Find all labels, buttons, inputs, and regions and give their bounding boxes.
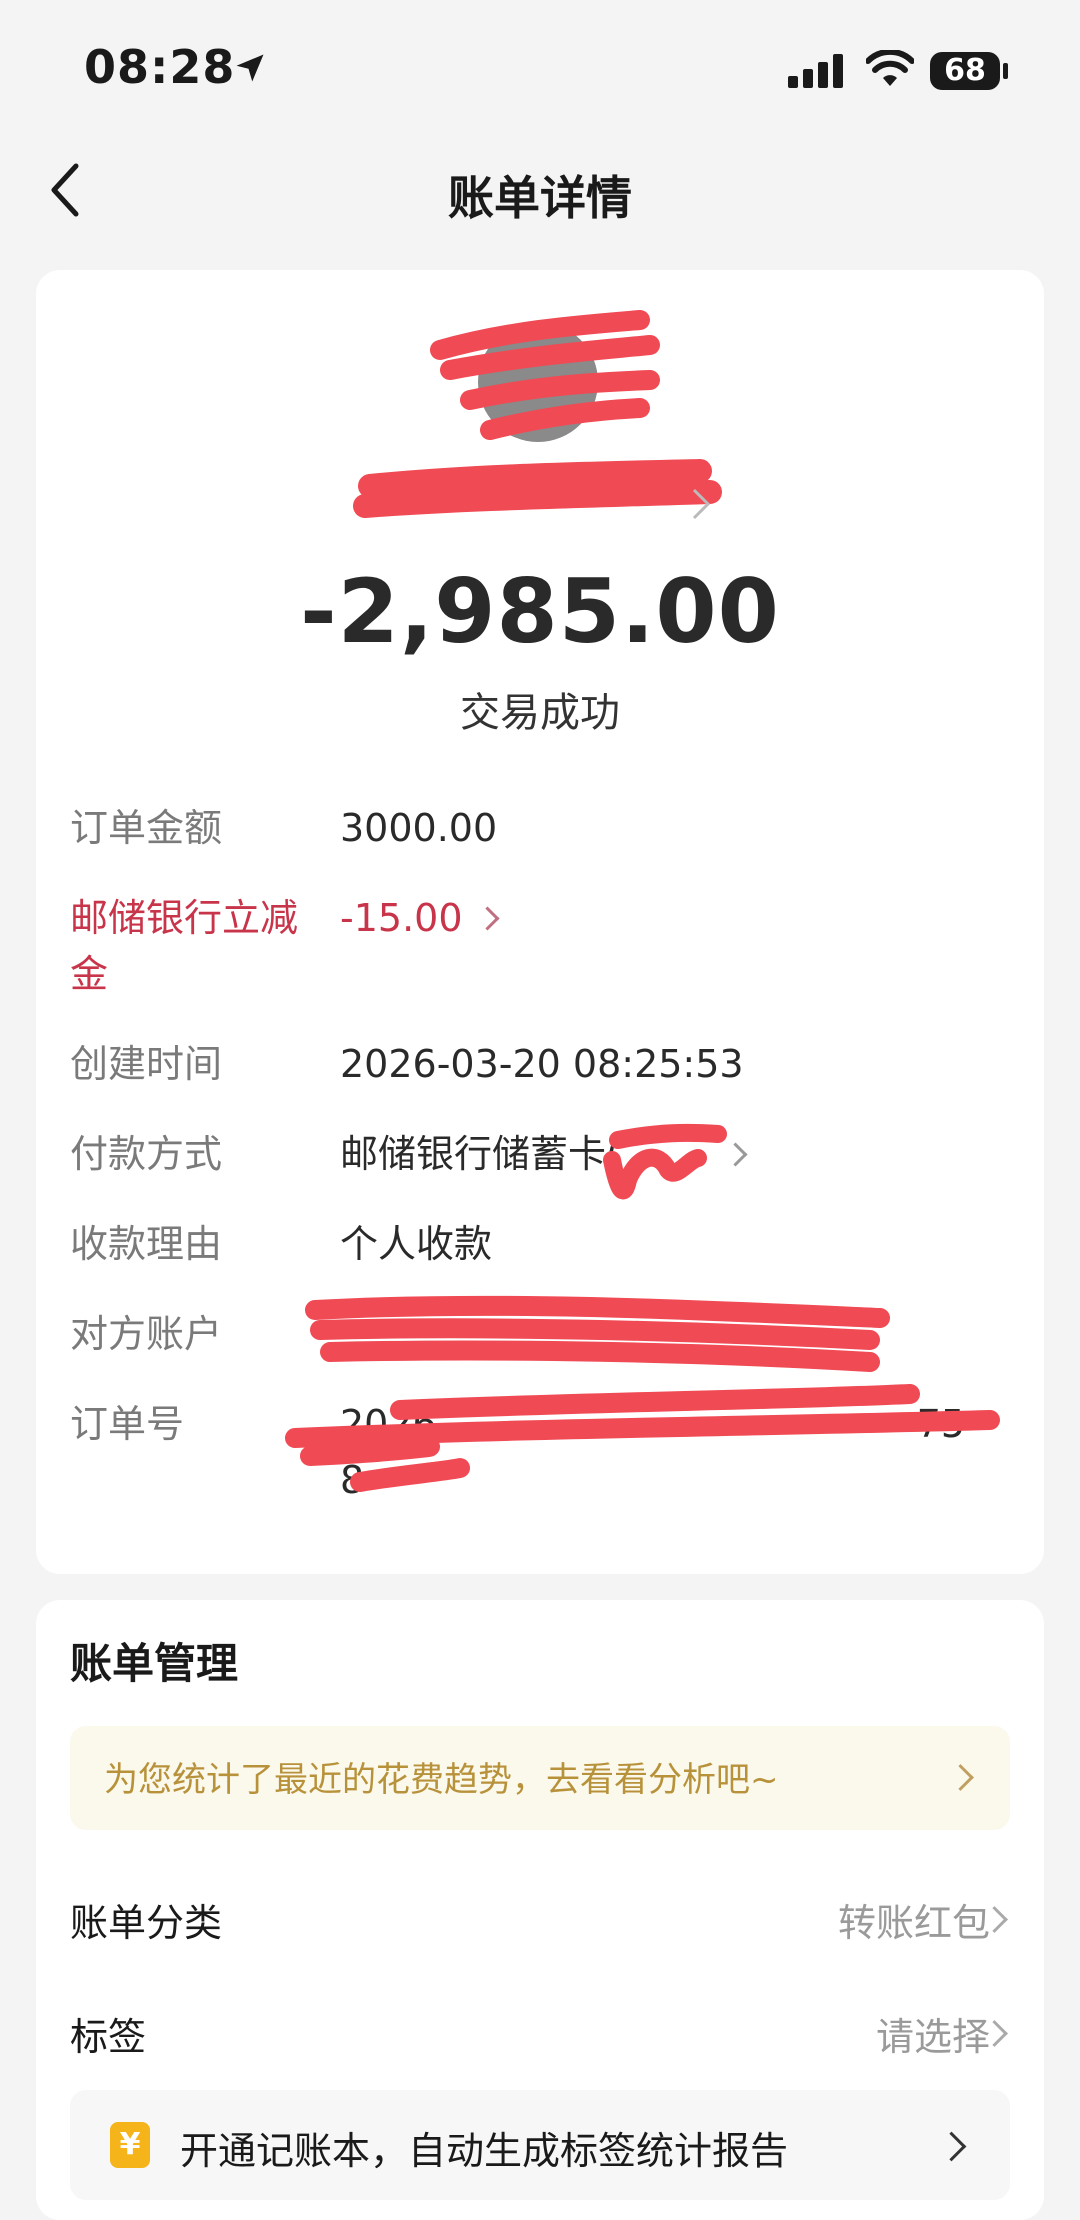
discount-value-row[interactable]: -15.00 — [340, 890, 500, 946]
tag-value: 请选择 — [875, 2015, 990, 2059]
payment-reason-label: 收款理由 — [70, 1222, 223, 1266]
order-number-label: 订单号 — [70, 1402, 185, 1446]
redaction-scribble — [430, 310, 660, 440]
chevron-right-icon[interactable] — [690, 486, 712, 522]
redaction-scribble-account — [305, 1295, 890, 1372]
payment-reason-value: 个人收款 — [340, 1222, 493, 1266]
page-title: 账单详情 — [448, 171, 632, 225]
payment-method-label: 付款方式 — [70, 1132, 223, 1176]
battery-indicator: 68 — [930, 52, 1000, 90]
counterparty-label: 对方账户 — [70, 1312, 223, 1356]
status-bar: 08:28 68 — [0, 0, 1080, 130]
signal-icon — [788, 54, 843, 88]
ledger-promo-text: 开通记账本，自动生成标签统计报告 — [180, 2129, 789, 2173]
create-time-label: 创建时间 — [70, 1042, 223, 1086]
discount-value: -15.00 — [340, 896, 463, 940]
discount-label: 邮储银行立减金 — [70, 896, 299, 996]
chevron-right-icon — [474, 906, 500, 931]
redaction-scribble-merchant — [353, 459, 722, 518]
tag-label: 标签 — [70, 2015, 147, 2059]
transaction-status: 交易成功 — [460, 690, 620, 736]
order-amount-value: 3000.00 — [340, 806, 498, 850]
ledger-promo-banner[interactable]: ¥ 开通记账本，自动生成标签统计报告 — [70, 2090, 1010, 2200]
spending-analysis-text: 为您统计了最近的花费趋势，去看看分析吧~ — [104, 1760, 779, 1800]
redaction-scribble-card — [603, 1123, 727, 1200]
bill-category-label: 账单分类 — [70, 1901, 223, 1945]
transaction-amount: -2,985.00 — [300, 560, 780, 663]
location-arrow-icon — [236, 54, 264, 82]
payment-method-value: 邮储银行储蓄卡( — [340, 1132, 621, 1176]
chevron-right-icon — [936, 2131, 967, 2162]
chevron-right-icon — [947, 1764, 974, 1791]
redaction-scribble-order — [285, 1384, 1000, 1492]
yen-icon: ¥ — [110, 2122, 150, 2168]
create-time-value: 2026-03-20 08:25:53 — [340, 1042, 744, 1086]
battery-cap — [1003, 63, 1008, 79]
status-time: 08:28 — [84, 40, 236, 94]
wifi-icon — [866, 50, 914, 86]
nav-bar: 账单详情 — [0, 140, 1080, 240]
bill-category-value: 转账红包 — [837, 1901, 990, 1945]
spending-analysis-banner[interactable]: 为您统计了最近的花费趋势，去看看分析吧~ — [70, 1726, 1010, 1830]
order-amount-label: 订单金额 — [70, 806, 223, 850]
management-title: 账单管理 — [70, 1639, 239, 1688]
